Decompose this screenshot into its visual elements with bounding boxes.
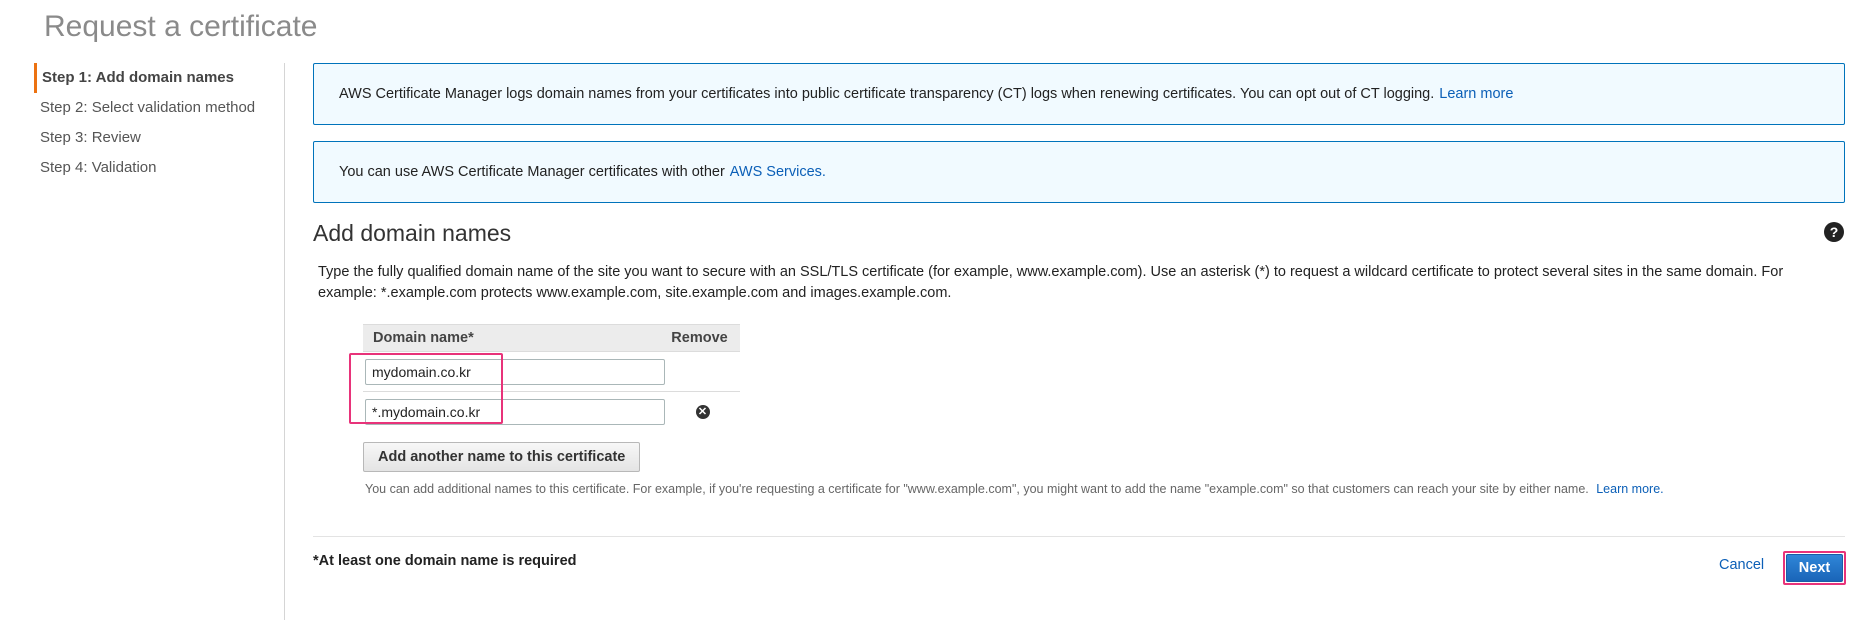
required-note: *At least one domain name is required bbox=[313, 553, 577, 569]
aws-services-link[interactable]: AWS Services. bbox=[730, 164, 826, 180]
x-circle-icon[interactable]: ✕ bbox=[695, 404, 710, 419]
sidebar-divider bbox=[284, 63, 285, 620]
step-review[interactable]: Step 3: Review bbox=[34, 123, 284, 153]
table-row: ✕ bbox=[363, 392, 740, 431]
domain-table-header: Domain name* Remove bbox=[363, 324, 740, 352]
services-banner: You can use AWS Certificate Manager cert… bbox=[313, 141, 1845, 203]
remove-header: Remove bbox=[671, 330, 728, 346]
section-description: Type the fully qualified domain name of … bbox=[318, 264, 1784, 301]
add-name-learn-more-link[interactable]: Learn more. bbox=[1596, 482, 1663, 496]
add-another-name-button[interactable]: Add another name to this certificate bbox=[363, 442, 641, 472]
section-heading: Add domain names bbox=[313, 220, 512, 246]
next-button[interactable]: Next bbox=[1786, 554, 1843, 582]
step-add-domain-names[interactable]: Step 1: Add domain names bbox=[34, 63, 284, 93]
footer-divider bbox=[313, 536, 1845, 537]
wizard-steps: Step 1: Add domain names Step 2: Select … bbox=[34, 63, 284, 183]
add-name-hint: You can add additional names to this cer… bbox=[365, 482, 1664, 496]
domain-table: Domain name* Remove ✕ bbox=[363, 324, 740, 431]
step-select-validation-method[interactable]: Step 2: Select validation method bbox=[34, 93, 284, 123]
table-row bbox=[363, 352, 740, 392]
remove-cell: ✕ bbox=[665, 404, 740, 419]
ct-logging-text: AWS Certificate Manager logs domain name… bbox=[339, 86, 1435, 102]
domain-name-input-1[interactable] bbox=[365, 358, 665, 385]
step-validation[interactable]: Step 4: Validation bbox=[34, 153, 284, 183]
page-title: Request a certificate bbox=[44, 10, 318, 43]
domain-name-input-2[interactable] bbox=[365, 398, 665, 425]
cancel-link[interactable]: Cancel bbox=[1719, 557, 1764, 573]
ct-logging-banner: AWS Certificate Manager logs domain name… bbox=[313, 63, 1845, 125]
ct-learn-more-link[interactable]: Learn more bbox=[1439, 86, 1513, 102]
domain-name-header: Domain name* bbox=[373, 330, 474, 346]
services-text: You can use AWS Certificate Manager cert… bbox=[339, 164, 725, 180]
question-circle-icon[interactable]: ? bbox=[1824, 222, 1844, 242]
add-name-hint-text: You can add additional names to this cer… bbox=[365, 482, 1589, 496]
